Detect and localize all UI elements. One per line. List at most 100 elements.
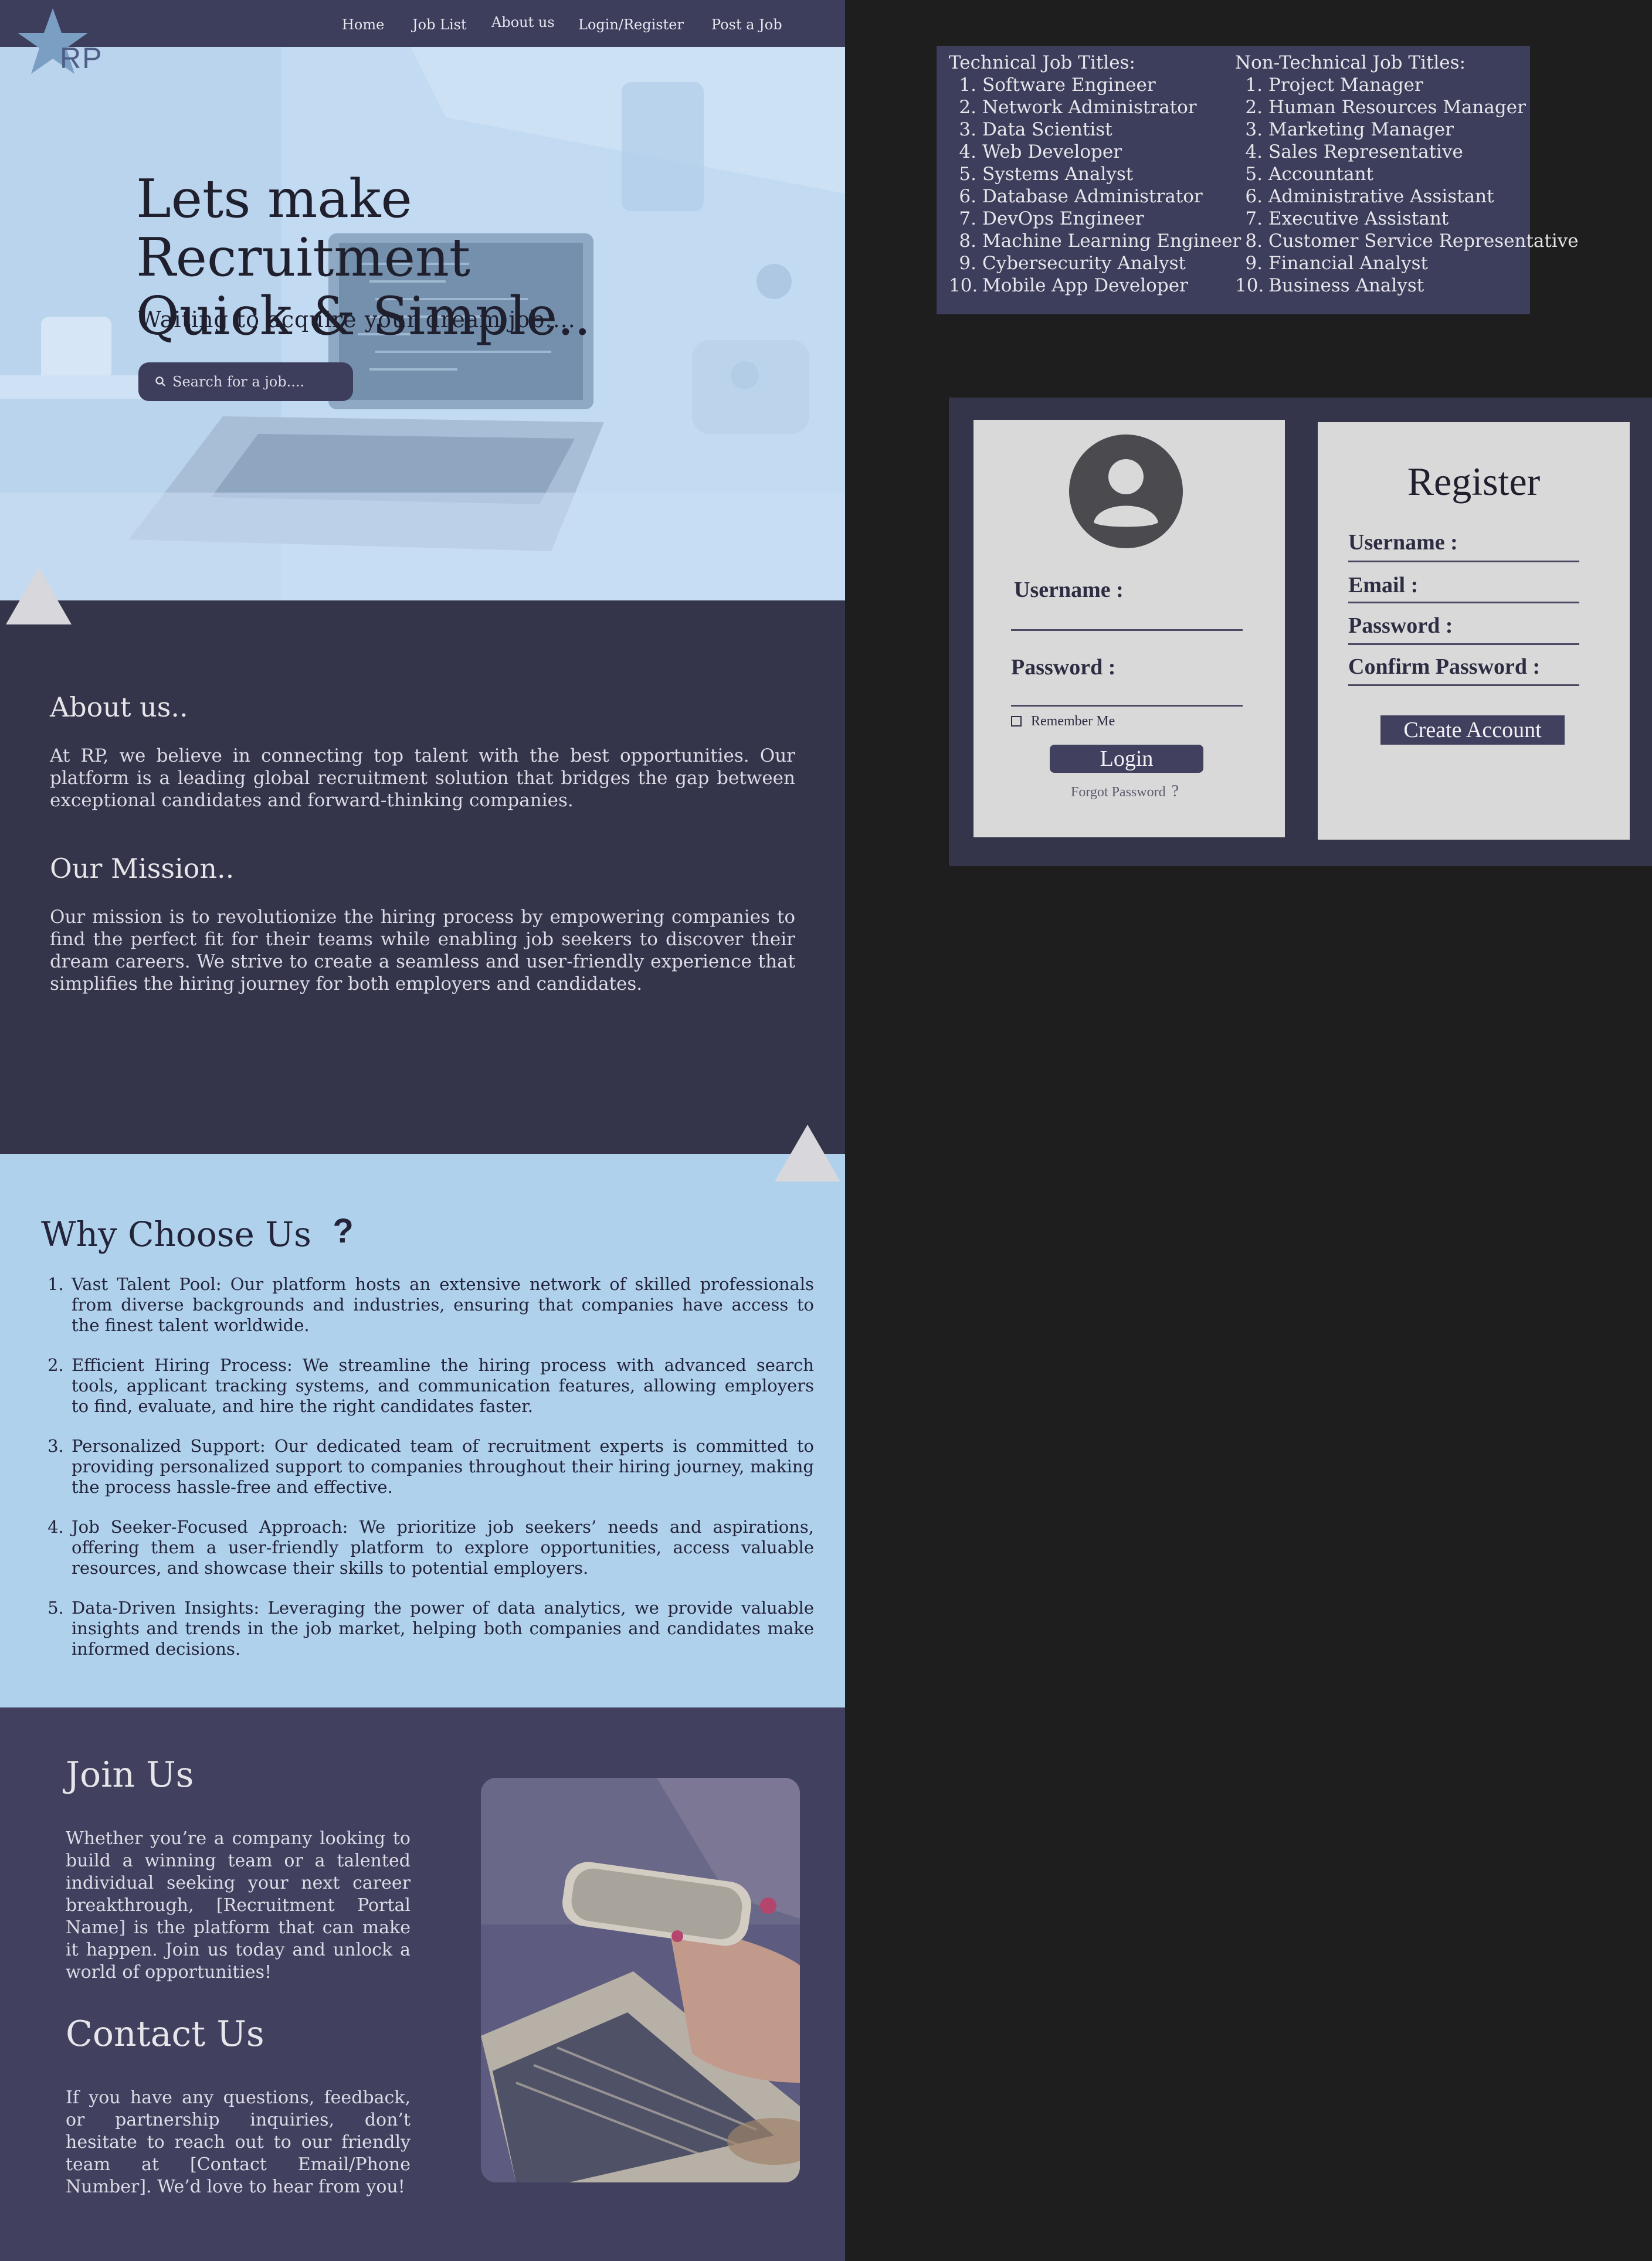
list-number: 8. (959, 230, 976, 252)
login-username-label: Username : (1014, 578, 1124, 602)
list-number: 6. (1245, 186, 1263, 207)
mission-heading: Our Mission.. (50, 853, 235, 884)
login-card: Username : Password : Remember Me Login … (973, 420, 1285, 837)
list-number: 5. (959, 164, 976, 185)
phone-laptop-photo (481, 1778, 800, 2182)
why-item-data-driven: Data-Driven Insights: Leveraging the pow… (69, 1598, 814, 1659)
technical-job-item: 1. Software Engineer (949, 74, 1241, 96)
nontechnical-job-item: 3. Marketing Manager (1235, 118, 1579, 141)
hero-section: Lets make Recruitment Quick & Simple.. W… (0, 47, 845, 600)
about-heading: About us.. (50, 691, 188, 723)
list-number: 3. (959, 119, 976, 140)
list-number: 9. (959, 253, 976, 274)
remember-me-checkbox[interactable] (1011, 716, 1022, 726)
login-button[interactable]: Login (1050, 745, 1203, 773)
nav-link-home[interactable]: Home (342, 16, 384, 33)
contact-text: If you have any questions, feedback, or … (66, 2087, 411, 2197)
list-number: 5. (1245, 164, 1263, 185)
nontechnical-job-title: Business Analyst (1268, 275, 1424, 296)
nontechnical-job-title: Administrative Assistant (1268, 186, 1494, 207)
nontechnical-job-item: 6. Administrative Assistant (1235, 185, 1579, 208)
search-input[interactable]: Search for a job.... (138, 362, 353, 401)
forgot-password-text: Forgot Password (1071, 785, 1166, 800)
why-choose-us-section: Why Choose Us ? Vast Talent Pool: Our pl… (0, 1154, 845, 1707)
list-number: 10. (1235, 275, 1264, 296)
technical-job-item: 6. Database Administrator (949, 185, 1241, 208)
list-number: 7. (1245, 208, 1263, 229)
register-confirm-password-field[interactable] (1348, 684, 1579, 686)
technical-job-title: DevOps Engineer (982, 208, 1144, 229)
auth-panel: Username : Password : Remember Me Login … (949, 398, 1652, 866)
why-list: Vast Talent Pool: Our platform hosts an … (42, 1274, 814, 1679)
technical-job-title: Cybersecurity Analyst (982, 253, 1186, 274)
logo[interactable]: RP (16, 7, 104, 77)
why-item-personalized-support: Personalized Support: Our dedicated team… (69, 1436, 814, 1498)
nontechnical-job-item: 10. Business Analyst (1235, 274, 1579, 297)
technical-job-item: 3. Data Scientist (949, 118, 1241, 141)
technical-job-item: 9. Cybersecurity Analyst (949, 252, 1241, 274)
join-section: Join Us Whether you’re a company looking… (0, 1707, 845, 2261)
nontechnical-jobs-heading: Non-Technical Job Titles: (1235, 52, 1466, 73)
why-heading: Why Choose Us ? (41, 1211, 354, 1254)
search-placeholder: Search for a job.... (172, 374, 305, 390)
technical-job-item: 5. Systems Analyst (949, 163, 1241, 185)
about-section: About us.. At RP, we believe in connecti… (0, 600, 845, 1154)
nontechnical-job-title: Sales Representative (1268, 141, 1463, 162)
why-item-efficient-hiring: Efficient Hiring Process: We streamline … (69, 1355, 814, 1417)
why-heading-text: Why Choose Us (41, 1214, 311, 1254)
create-account-button[interactable]: Create Account (1380, 715, 1565, 745)
user-avatar-icon (1069, 434, 1183, 548)
nontechnical-jobs-list: 1. Project Manager 2. Human Resources Manag… (1235, 74, 1579, 297)
nontechnical-job-item: 5. Accountant (1235, 163, 1579, 185)
nontechnical-job-title: Human Resources Manager (1268, 97, 1526, 118)
job-titles-panel: Technical Job Titles: 1. Software Enginee… (937, 46, 1579, 314)
nav-link-job-list[interactable]: Job List (412, 16, 467, 33)
technical-jobs-column: Technical Job Titles: 1. Software Enginee… (949, 52, 1241, 297)
technical-job-item: 8. Machine Learning Engineer (949, 230, 1241, 252)
nontechnical-job-item: 1. Project Manager (1235, 74, 1579, 96)
hero-title-line-1: Lets make Recruitment (136, 168, 471, 288)
nav-link-login-register[interactable]: Login/Register (578, 16, 684, 33)
nontechnical-job-title: Marketing Manager (1268, 119, 1454, 140)
register-username-label: Username : (1348, 530, 1458, 555)
register-username-field[interactable] (1348, 561, 1579, 562)
nav-link-post-a-job[interactable]: Post a Job (711, 16, 782, 33)
nontechnical-job-title: Customer Service Representative (1268, 230, 1579, 252)
logo-text: RP (60, 42, 103, 74)
technical-job-title: Web Developer (982, 141, 1122, 162)
triangle-decoration (775, 1125, 840, 1182)
list-number: 4. (1245, 141, 1263, 162)
nav-link-about-us[interactable]: About us (491, 14, 555, 30)
forgot-password-link[interactable]: Forgot Password ? (1071, 782, 1179, 801)
nontechnical-job-item: 4. Sales Representative (1235, 141, 1579, 163)
login-username-field[interactable] (1011, 629, 1243, 631)
list-number: 3. (1245, 119, 1263, 140)
list-number: 7. (959, 208, 976, 229)
login-password-field[interactable] (1011, 705, 1243, 707)
register-title: Register (1407, 459, 1541, 504)
contact-heading: Contact Us (66, 2014, 264, 2055)
technical-job-item: 10. Mobile App Developer (949, 274, 1241, 297)
mission-text: Our mission is to revolutionize the hiri… (50, 907, 795, 994)
technical-job-item: 7. DevOps Engineer (949, 208, 1241, 230)
why-item-job-seeker-focused: Job Seeker-Focused Approach: We prioriti… (69, 1517, 814, 1578)
nontechnical-jobs-column: Non-Technical Job Titles: 1. Project Mana… (1235, 52, 1579, 297)
remember-me-label: Remember Me (1031, 714, 1115, 729)
register-email-field[interactable] (1348, 602, 1579, 603)
triangle-decoration (6, 568, 72, 624)
why-item-talent-pool: Vast Talent Pool: Our platform hosts an … (69, 1274, 814, 1336)
list-number: 1. (959, 74, 976, 96)
technical-job-title: Network Administrator (982, 97, 1197, 118)
list-number: 2. (1245, 97, 1263, 118)
list-number: 6. (959, 186, 976, 207)
nontechnical-job-title: Project Manager (1268, 74, 1423, 96)
nontechnical-job-title: Accountant (1268, 164, 1374, 185)
nontechnical-job-item: 8. Customer Service Representative (1235, 230, 1579, 252)
navbar: Home Job List About us Login/Register Po… (0, 0, 845, 47)
register-password-label: Password : (1348, 613, 1453, 638)
register-password-field[interactable] (1348, 643, 1579, 645)
join-text: Whether you’re a company looking to buil… (66, 1828, 411, 1982)
register-card: Register Username : Email : Password : C… (1318, 422, 1630, 840)
list-number: 9. (1245, 253, 1263, 274)
technical-jobs-list: 1. Software Engineer 2. Network Administrat… (949, 74, 1241, 297)
